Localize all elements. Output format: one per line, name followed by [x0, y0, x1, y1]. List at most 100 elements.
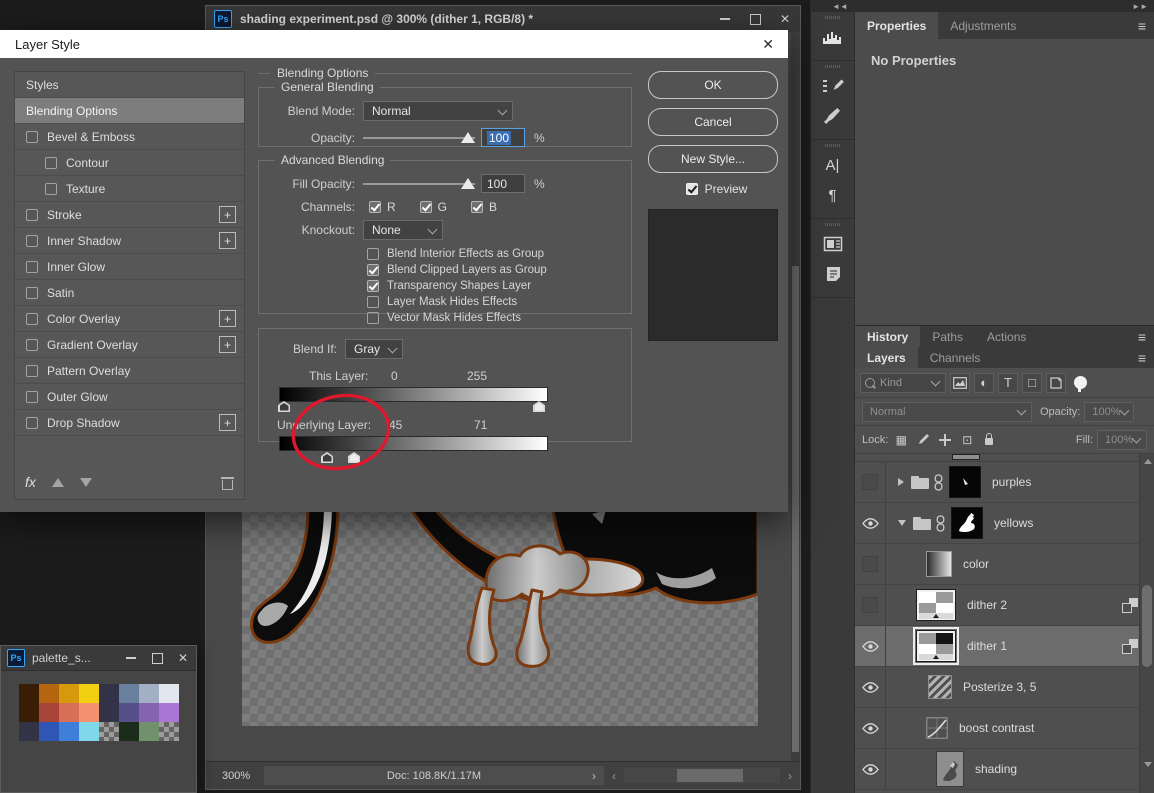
- layer-thumbnail-posterize[interactable]: [928, 675, 952, 699]
- style-item-drop-shadow[interactable]: Drop Shadow+: [15, 410, 244, 436]
- option-checkbox[interactable]: [367, 248, 379, 260]
- layer-thumbnail-artwork[interactable]: [936, 751, 964, 787]
- blend-mode-dropdown[interactable]: Normal: [862, 402, 1032, 422]
- palette-swatch[interactable]: [119, 684, 139, 703]
- palette-swatch[interactable]: [99, 703, 119, 722]
- brushes-icon[interactable]: [811, 101, 854, 131]
- this-layer-gradient-bar[interactable]: [279, 387, 548, 402]
- option-layer-mask-hides-effects[interactable]: Layer Mask Hides Effects: [359, 294, 631, 310]
- ok-button[interactable]: OK: [648, 71, 778, 99]
- option-checkbox[interactable]: [367, 312, 379, 324]
- tab-history[interactable]: History: [855, 326, 920, 347]
- style-item-styles[interactable]: Styles: [15, 72, 244, 98]
- layer-thumbnail-mask-yellows[interactable]: [951, 507, 983, 539]
- palette-swatch[interactable]: [19, 684, 39, 703]
- effect-checkbox[interactable]: [45, 183, 57, 195]
- maximize-button[interactable]: [740, 6, 770, 32]
- palette-swatch[interactable]: [79, 722, 99, 741]
- fill-opacity-slider-thumb[interactable]: [461, 178, 475, 189]
- filter-adjustment-layers-icon[interactable]: ◐: [974, 373, 994, 393]
- dialog-close-icon[interactable]: ✕: [762, 36, 774, 53]
- dock-grip[interactable]: [811, 14, 854, 20]
- fill-dropdown[interactable]: 100%: [1097, 430, 1147, 450]
- dialog-titlebar[interactable]: Layer Style ✕: [0, 30, 788, 58]
- collapse-left-icon[interactable]: ◄◄: [832, 2, 848, 11]
- option-checkbox[interactable]: [367, 280, 379, 292]
- palette-swatch[interactable]: [39, 722, 59, 741]
- vertical-scrollbar-thumb[interactable]: [792, 266, 799, 752]
- canvas[interactable]: [242, 506, 758, 726]
- blend-mode-select[interactable]: Normal: [363, 101, 513, 121]
- style-item-inner-shadow[interactable]: Inner Shadow+: [15, 228, 244, 254]
- style-item-pattern-overlay[interactable]: Pattern Overlay: [15, 358, 244, 384]
- doc-info-chevron-icon[interactable]: ›: [592, 769, 596, 783]
- option-vector-mask-hides-effects[interactable]: Vector Mask Hides Effects: [359, 310, 631, 326]
- knockout-select[interactable]: None: [363, 220, 443, 240]
- tab-channels[interactable]: Channels: [918, 347, 993, 368]
- palette-swatch[interactable]: [139, 722, 159, 741]
- visibility-toggle[interactable]: [855, 749, 886, 789]
- lock-all-icon[interactable]: [980, 431, 998, 449]
- layer-row-dither-2[interactable]: dither 2: [855, 585, 1154, 626]
- visibility-toggle[interactable]: [855, 626, 886, 666]
- layer-row-boost-contrast[interactable]: boost contrast: [855, 708, 1154, 749]
- style-item-gradient-overlay[interactable]: Gradient Overlay+: [15, 332, 244, 358]
- filter-toggle[interactable]: [1074, 376, 1087, 389]
- this-layer-black-slider[interactable]: [278, 401, 290, 412]
- dock-grip[interactable]: [811, 63, 854, 69]
- tab-actions[interactable]: Actions: [975, 326, 1038, 347]
- filter-smart-object-icon[interactable]: [1046, 373, 1066, 393]
- palette-swatch[interactable]: [159, 684, 179, 703]
- visibility-toggle[interactable]: [855, 585, 886, 625]
- filter-pixel-layers-icon[interactable]: [950, 373, 970, 393]
- filter-type-layers-icon[interactable]: T: [998, 373, 1018, 393]
- scroll-left-arrow-icon[interactable]: ‹: [604, 769, 624, 783]
- preview-checkbox[interactable]: [686, 183, 698, 195]
- effect-checkbox[interactable]: [26, 339, 38, 351]
- minimize-button[interactable]: [710, 6, 740, 32]
- palette-swatch[interactable]: [119, 703, 139, 722]
- close-button[interactable]: ✕: [170, 646, 196, 670]
- effect-checkbox[interactable]: [26, 235, 38, 247]
- style-item-bevel-emboss[interactable]: Bevel & Emboss: [15, 124, 244, 150]
- style-item-color-overlay[interactable]: Color Overlay+: [15, 306, 244, 332]
- close-button[interactable]: ✕: [770, 6, 800, 32]
- vertical-scrollbar[interactable]: [791, 32, 800, 762]
- minimize-button[interactable]: [118, 646, 144, 670]
- effect-checkbox[interactable]: [26, 313, 38, 325]
- fill-opacity-input[interactable]: 100: [481, 174, 525, 193]
- add-effect-button[interactable]: +: [219, 232, 236, 249]
- paragraph-icon[interactable]: ¶: [811, 180, 854, 210]
- notes-icon[interactable]: [811, 259, 854, 289]
- effect-checkbox[interactable]: [26, 261, 38, 273]
- lock-position-icon[interactable]: [936, 431, 954, 449]
- opacity-dropdown[interactable]: 100%: [1084, 402, 1134, 422]
- layer-thumbnail-dither[interactable]: [916, 589, 956, 621]
- lock-transparent-pixels-icon[interactable]: ▦: [892, 431, 910, 449]
- layer-thumbnail-curves[interactable]: [926, 717, 948, 739]
- panel-menu-icon[interactable]: ≡: [1138, 347, 1146, 368]
- panel-menu-icon[interactable]: ≡: [1138, 12, 1146, 39]
- tab-adjustments[interactable]: Adjustments: [938, 12, 1028, 39]
- effect-checkbox[interactable]: [26, 417, 38, 429]
- channel-checkbox-g[interactable]: [420, 201, 432, 213]
- palette-swatch[interactable]: [59, 684, 79, 703]
- effect-checkbox[interactable]: [26, 391, 38, 403]
- move-effect-up-button[interactable]: [52, 478, 64, 487]
- effect-checkbox[interactable]: [26, 365, 38, 377]
- fill-opacity-slider[interactable]: [363, 177, 475, 191]
- collapse-right-icon[interactable]: ►►: [1132, 2, 1148, 11]
- add-effect-button[interactable]: +: [219, 336, 236, 353]
- opacity-input[interactable]: 100: [481, 128, 525, 147]
- blend-if-select[interactable]: Gray: [345, 339, 403, 359]
- style-item-outer-glow[interactable]: Outer Glow: [15, 384, 244, 410]
- layer-row-dither-1[interactable]: dither 1: [855, 626, 1154, 667]
- underlying-layer-gradient-bar[interactable]: [279, 436, 548, 451]
- add-effect-button[interactable]: +: [219, 310, 236, 327]
- fx-button[interactable]: fx: [25, 474, 36, 490]
- layers-scrollbar-thumb[interactable]: [1142, 585, 1152, 667]
- layer-thumbnail-mask-purples[interactable]: [949, 466, 981, 498]
- palette-swatch[interactable]: [59, 703, 79, 722]
- document-titlebar[interactable]: Ps shading experiment.psd @ 300% (dither…: [206, 6, 800, 33]
- add-effect-button[interactable]: +: [219, 414, 236, 431]
